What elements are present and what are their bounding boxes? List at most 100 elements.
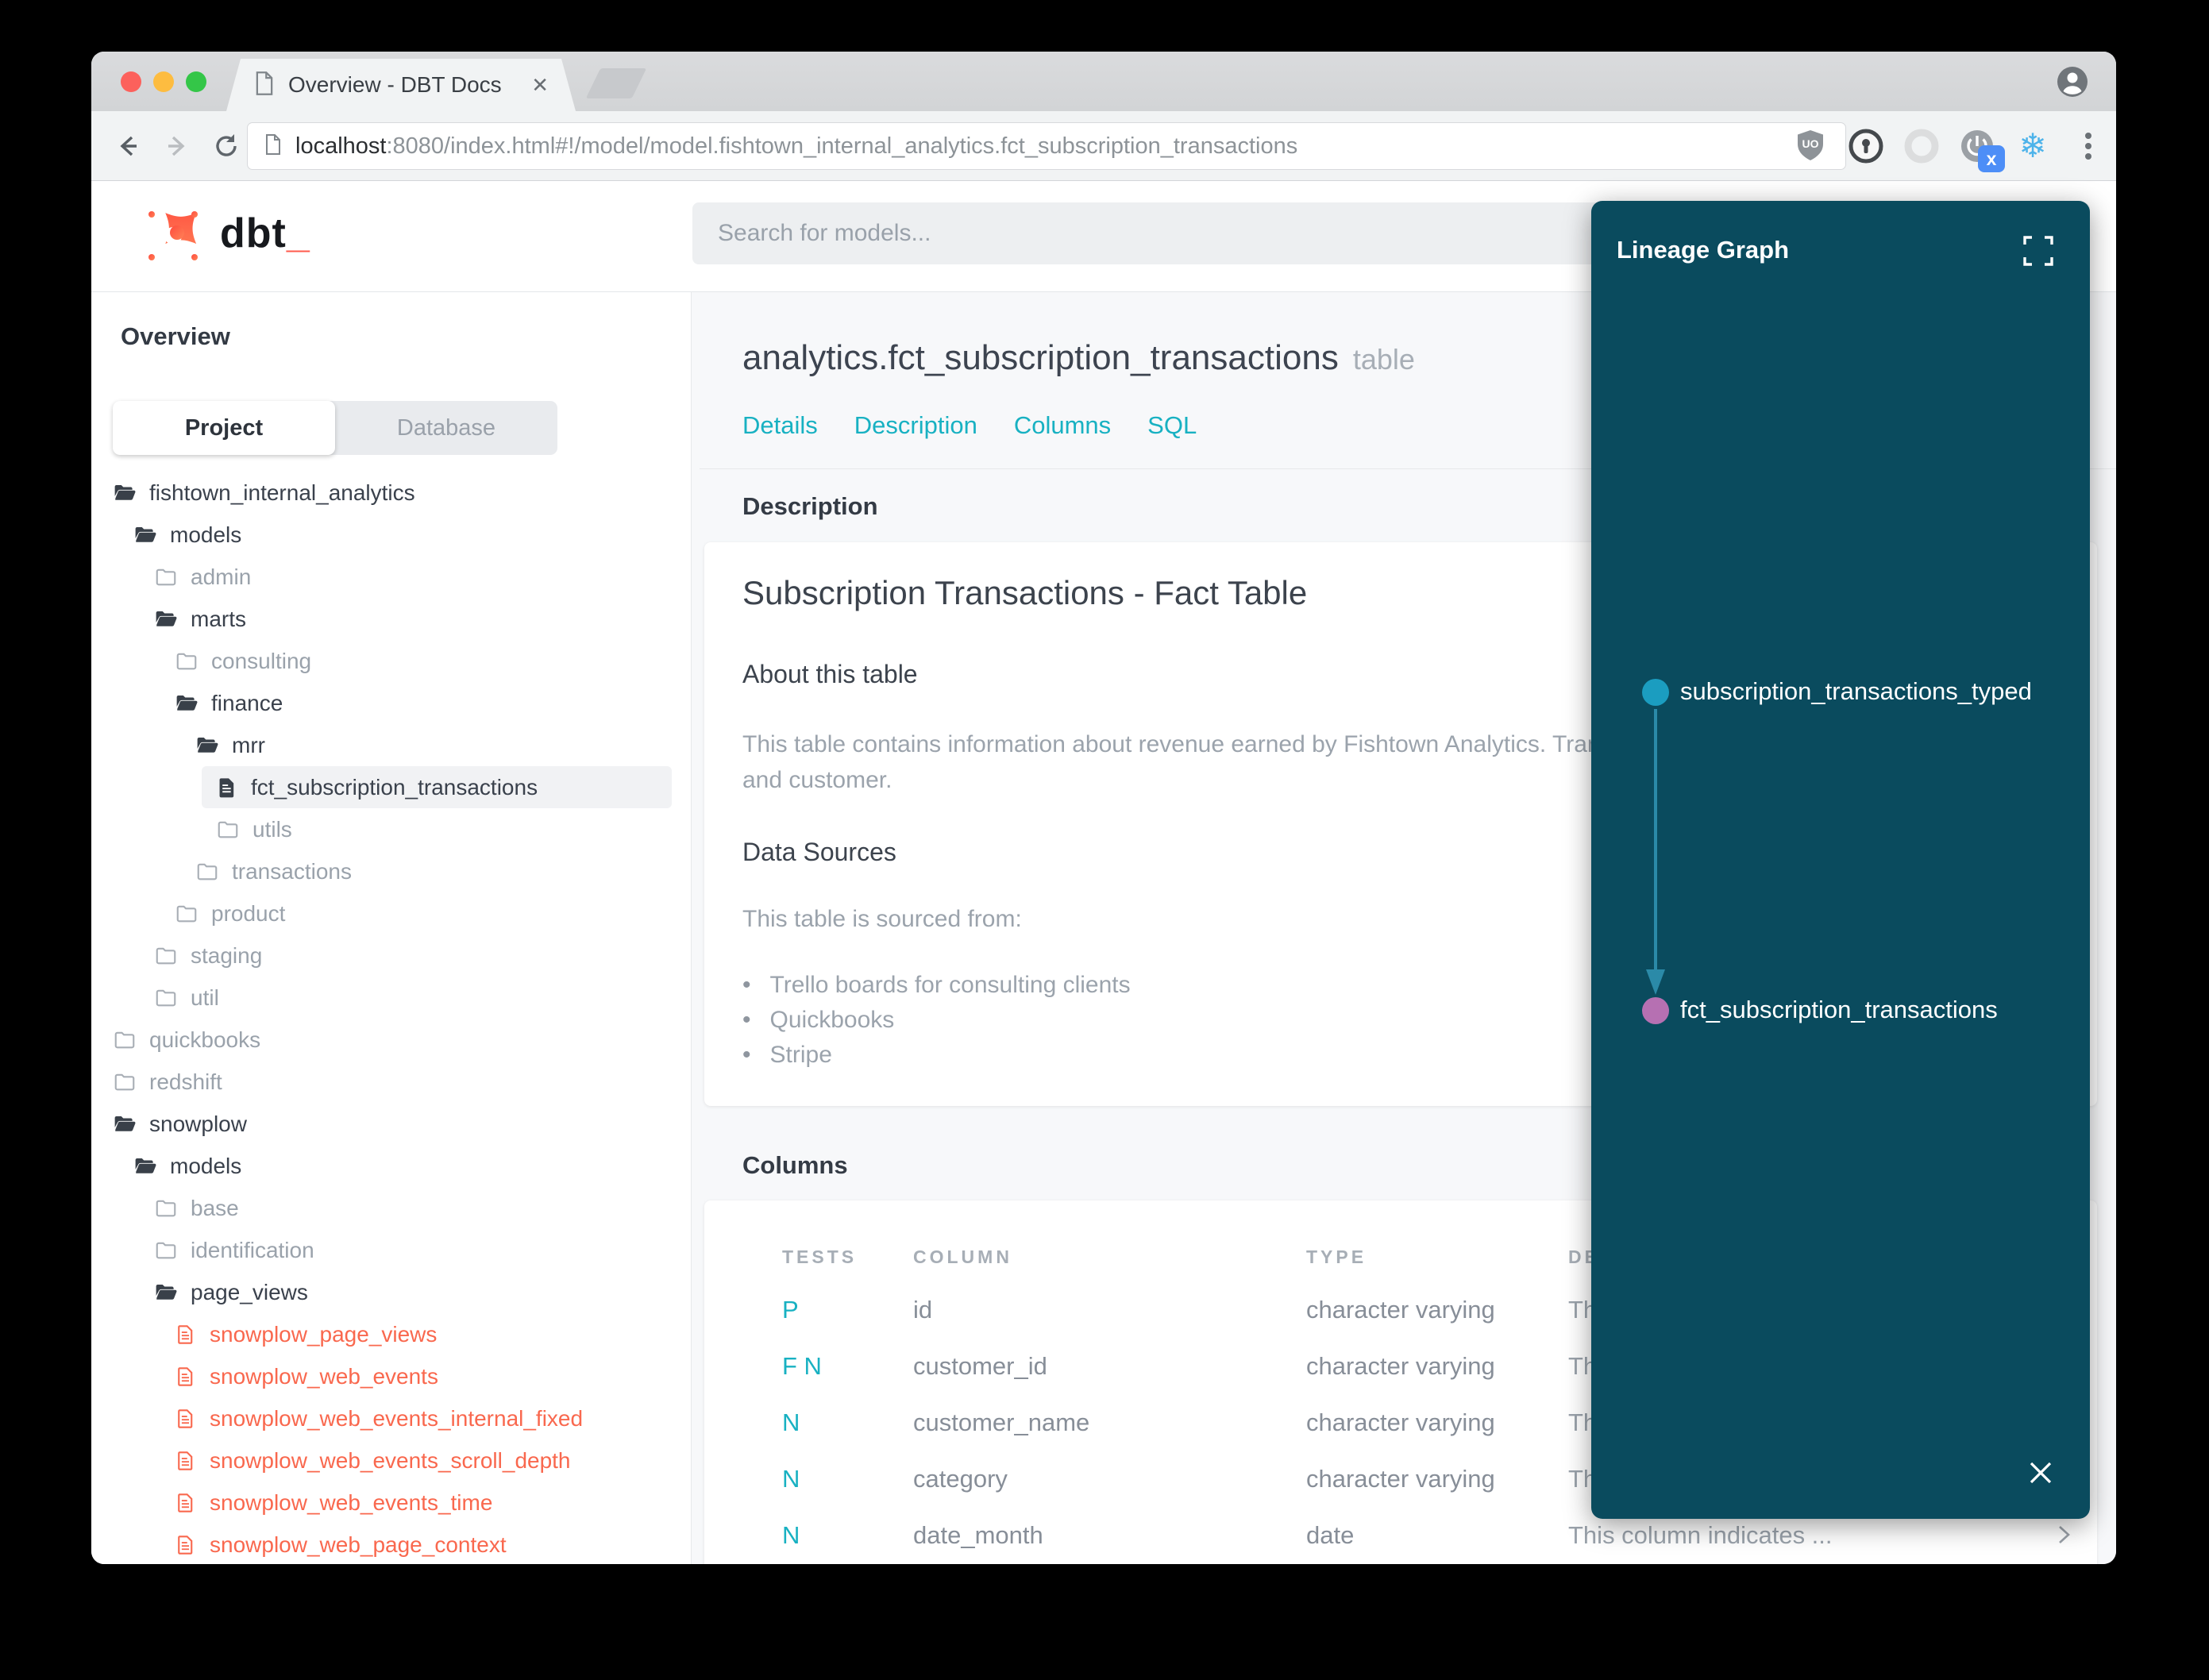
window-zoom-button[interactable] [186, 71, 206, 92]
tree-item-label: fct_subscription_transactions [251, 774, 538, 800]
tree-item-fct_subscription_transactions[interactable]: fct_subscription_transactions [202, 766, 672, 808]
browser-menu-icon[interactable] [2070, 128, 2107, 164]
tree-item-admin[interactable]: admin [91, 556, 691, 598]
tree-item-label: snowplow_page_views [210, 1321, 438, 1347]
tree-item-label: snowplow_web_events_scroll_depth [210, 1447, 571, 1473]
folder-closed-icon [216, 818, 240, 842]
tab-title: Overview - DBT Docs [288, 72, 502, 97]
tree-item-base[interactable]: base [91, 1187, 691, 1229]
tree-item-util[interactable]: util [91, 977, 691, 1019]
file-icon [175, 1450, 197, 1472]
tree-item-marts[interactable]: marts [91, 598, 691, 640]
file-icon [175, 1324, 197, 1346]
file-icon [175, 1534, 197, 1556]
type-cell: character varying [1306, 1296, 1495, 1324]
source-item: Stripe [742, 1038, 1131, 1073]
tree-item-snowplow_page_views[interactable]: snowplow_page_views [91, 1313, 691, 1355]
lineage-node-source[interactable] [1642, 679, 1669, 706]
dbt-wordmark: dbt_ [220, 210, 310, 256]
tests-cell: N [782, 1408, 800, 1436]
file-icon [216, 776, 238, 799]
tree-item-quickbooks[interactable]: quickbooks [91, 1019, 691, 1061]
tree-item-snowplow_web_events_internal_fixed[interactable]: snowplow_web_events_internal_fixed [91, 1397, 691, 1439]
header-tests: TESTS [782, 1247, 858, 1267]
tree-item-mrr[interactable]: mrr [91, 724, 691, 766]
nav-link-details[interactable]: Details [742, 411, 818, 440]
materialization-badge: table [1352, 343, 1415, 376]
tree-item-transactions[interactable]: transactions [91, 850, 691, 892]
tree-item-finance[interactable]: finance [91, 682, 691, 724]
tree-item-fishtown_internal_analytics[interactable]: fishtown_internal_analytics [91, 472, 691, 514]
tree-item-label: snowplow_web_events_internal_fixed [210, 1405, 584, 1431]
file-icon [175, 1408, 197, 1430]
tree-item-snowplow_web_page_context[interactable]: snowplow_web_page_context [91, 1524, 691, 1564]
url-host: localhost [295, 133, 387, 159]
tree-item-utils[interactable]: utils [91, 808, 691, 850]
description-cell: This column indicates ... [1568, 1521, 1833, 1549]
nav-link-columns[interactable]: Columns [1014, 411, 1111, 440]
chevron-right-icon[interactable] [2056, 1521, 2073, 1555]
browser-toolbar: localhost:8080/index.html#!/model/model.… [91, 111, 2116, 181]
profile-icon[interactable] [2056, 65, 2089, 98]
tree-item-snowplow_web_events_scroll_depth[interactable]: snowplow_web_events_scroll_depth [91, 1439, 691, 1482]
folder-open-icon [113, 481, 137, 505]
tests-cell: F N [782, 1352, 822, 1380]
tree-item-snowplow_web_events[interactable]: snowplow_web_events [91, 1355, 691, 1397]
power-extension-icon[interactable]: x [1959, 128, 2005, 172]
project-database-toggle: Project Database [113, 401, 557, 455]
onepassword-extension-icon[interactable] [1848, 128, 1884, 164]
browser-tab[interactable]: Overview - DBT Docs ✕ [226, 59, 576, 111]
sidebar-title: Overview [121, 322, 230, 350]
folder-open-icon [133, 523, 157, 547]
reload-button[interactable] [209, 129, 244, 164]
forward-button[interactable] [160, 129, 195, 164]
disabled-extension-icon[interactable] [1903, 128, 1940, 164]
header-column: COLUMN [913, 1247, 1012, 1267]
dbt-logo-icon[interactable] [141, 203, 206, 268]
tree-item-label: models [170, 1153, 242, 1178]
folder-open-icon [133, 1154, 157, 1178]
tree-item-label: finance [211, 690, 283, 715]
lineage-graph-panel: Lineage Graph subscription_transactions_… [1591, 201, 2090, 1519]
tree-item-page_views[interactable]: page_views [91, 1271, 691, 1313]
tree-item-identification[interactable]: identification [91, 1229, 691, 1271]
window-close-button[interactable] [121, 71, 141, 92]
tree-item-staging[interactable]: staging [91, 934, 691, 977]
url-bar[interactable]: localhost:8080/index.html#!/model/model.… [247, 122, 1846, 170]
tree-item-models[interactable]: models [91, 514, 691, 556]
tab-project[interactable]: Project [113, 401, 335, 455]
back-button[interactable] [110, 129, 145, 164]
tree-item-redshift[interactable]: redshift [91, 1061, 691, 1103]
nav-link-sql[interactable]: SQL [1147, 411, 1197, 440]
tree-item-consulting[interactable]: consulting [91, 640, 691, 682]
folder-closed-icon [113, 1070, 137, 1094]
file-icon [175, 1366, 197, 1388]
tests-cell: N [782, 1521, 800, 1549]
lineage-node-target[interactable] [1642, 997, 1669, 1024]
new-tab-button[interactable] [585, 68, 647, 98]
tab-close-icon[interactable]: ✕ [531, 73, 549, 98]
column-cell: id [913, 1296, 933, 1324]
tab-database[interactable]: Database [335, 401, 557, 455]
columns-section-heading: Columns [742, 1151, 848, 1179]
tree-item-models[interactable]: models [91, 1145, 691, 1187]
column-cell: category [913, 1465, 1008, 1493]
tree-item-snowplow_web_events_time[interactable]: snowplow_web_events_time [91, 1482, 691, 1524]
folder-closed-icon [154, 1196, 178, 1220]
tree-item-label: snowplow_web_events_time [210, 1489, 493, 1515]
ublock-extension-icon[interactable]: UO [1792, 128, 1829, 164]
type-cell: character varying [1306, 1352, 1495, 1380]
nav-link-description[interactable]: Description [854, 411, 977, 440]
sources-list: Trello boards for consulting clientsQuic… [742, 968, 1131, 1073]
tree-item-product[interactable]: product [91, 892, 691, 934]
sources-intro: This table is sourced from: [742, 906, 1022, 932]
tree-item-snowplow[interactable]: snowplow [91, 1103, 691, 1145]
source-item: Quickbooks [742, 1003, 1131, 1038]
lineage-close-icon[interactable] [2025, 1457, 2057, 1489]
column-cell: date_month [913, 1521, 1043, 1549]
folder-closed-icon [154, 986, 178, 1010]
snowflake-extension-icon[interactable]: ❄ [2014, 128, 2051, 164]
header-type: TYPE [1306, 1247, 1367, 1267]
lineage-node-target-label: fct_subscription_transactions [1680, 996, 1998, 1023]
window-minimize-button[interactable] [153, 71, 174, 92]
